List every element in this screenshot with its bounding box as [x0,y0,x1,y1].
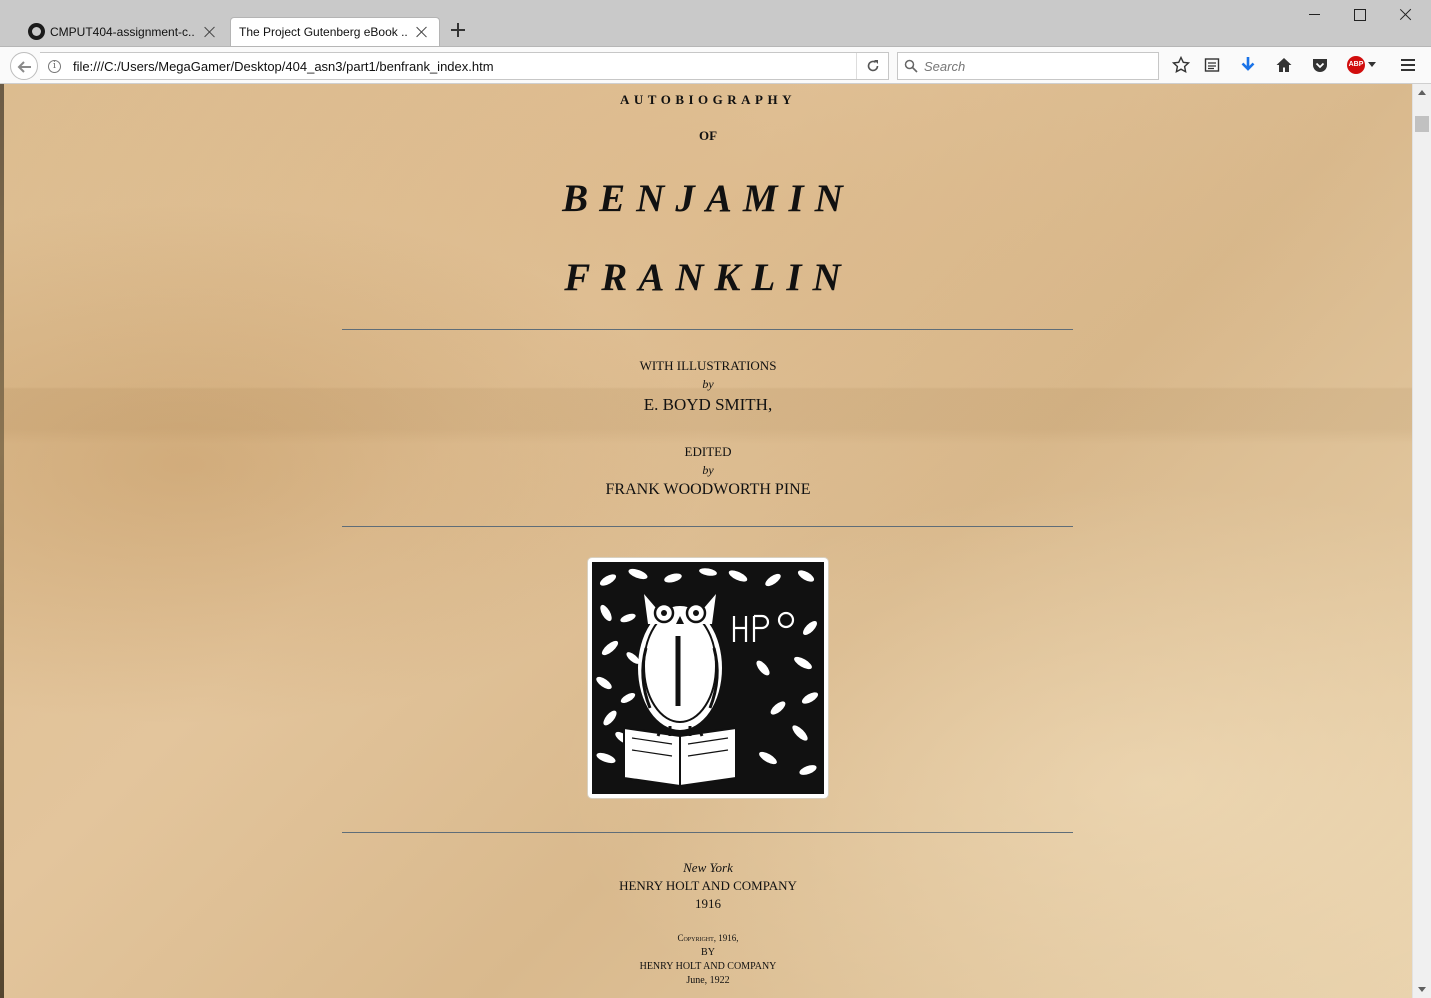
scroll-down-icon[interactable] [1418,987,1426,992]
vertical-scrollbar[interactable] [1412,84,1431,998]
author-first-name: BENJAMIN [562,177,854,220]
tab-label: The Project Gutenberg eBook ... [239,25,407,39]
heading-of: OF [698,128,718,143]
new-tab-button[interactable] [448,20,468,40]
site-info-icon[interactable]: i [48,59,61,73]
divider [342,832,1073,833]
divider [342,329,1073,330]
close-tab-icon[interactable] [203,25,217,39]
maximize-button[interactable] [1349,4,1371,26]
menu-icon[interactable] [1397,54,1419,76]
by-label: by [702,377,714,391]
edited-label: EDITED [684,444,732,459]
copyright-publisher: HENRY HOLT AND COMPANY [639,961,777,972]
publication-year: 1916 [695,896,721,911]
back-button[interactable] [10,52,38,80]
tab-gutenberg[interactable]: The Project Gutenberg eBook ... [230,17,440,46]
download-icon[interactable] [1237,54,1259,76]
bookmark-star-icon[interactable] [1170,54,1192,76]
adblock-plus-icon[interactable]: ABP [1347,56,1365,74]
illustrations-label: WITH ILLUSTRATIONS [639,358,777,373]
page-viewport: AUTOBIOGRAPHY OF BENJAMIN FRANKLIN WITH … [4,84,1412,998]
search-bar[interactable] [897,52,1159,80]
author-last-name: FRANKLIN [564,256,852,299]
scroll-thumb[interactable] [1415,116,1429,132]
reading-list-icon[interactable] [1201,54,1223,76]
scroll-up-icon[interactable] [1418,90,1426,95]
close-tab-icon[interactable] [415,25,429,39]
copyright-date: June, 1922 [686,975,730,986]
close-window-button[interactable] [1395,4,1417,26]
copyright-line: Copyright, 1916, [677,933,739,943]
minimize-button[interactable] [1304,4,1326,26]
search-icon [904,59,918,73]
publisher-name: HENRY HOLT AND COMPANY [619,878,797,893]
owl-colophon-icon [588,558,828,798]
tab-strip: CMPUT404-assignment-c... The Project Gut… [0,0,1431,46]
heading-autobiography: AUTOBIOGRAPHY [620,92,796,107]
github-icon [28,23,45,40]
chevron-down-icon[interactable] [1368,62,1376,67]
divider [342,526,1073,527]
tab-label: CMPUT404-assignment-c... [50,24,195,39]
copyright-by: BY [701,947,715,958]
url-bar[interactable]: i file:///C:/Users/MegaGamer/Desktop/404… [40,52,889,80]
tab-assignment[interactable]: CMPUT404-assignment-c... [22,17,227,46]
reload-button[interactable] [856,53,888,79]
publication-place: New York [683,860,733,875]
search-input[interactable] [924,58,1144,74]
pocket-icon[interactable] [1309,54,1331,76]
illustrator-name: E. BOYD SMITH, [643,395,773,414]
back-arrow-icon [17,61,31,73]
home-icon[interactable] [1273,54,1295,76]
reload-icon [867,60,879,72]
by-label: by [702,463,714,477]
url-text[interactable]: file:///C:/Users/MegaGamer/Desktop/404_a… [73,59,856,74]
editor-name: FRANK WOODWORTH PINE [605,481,811,498]
